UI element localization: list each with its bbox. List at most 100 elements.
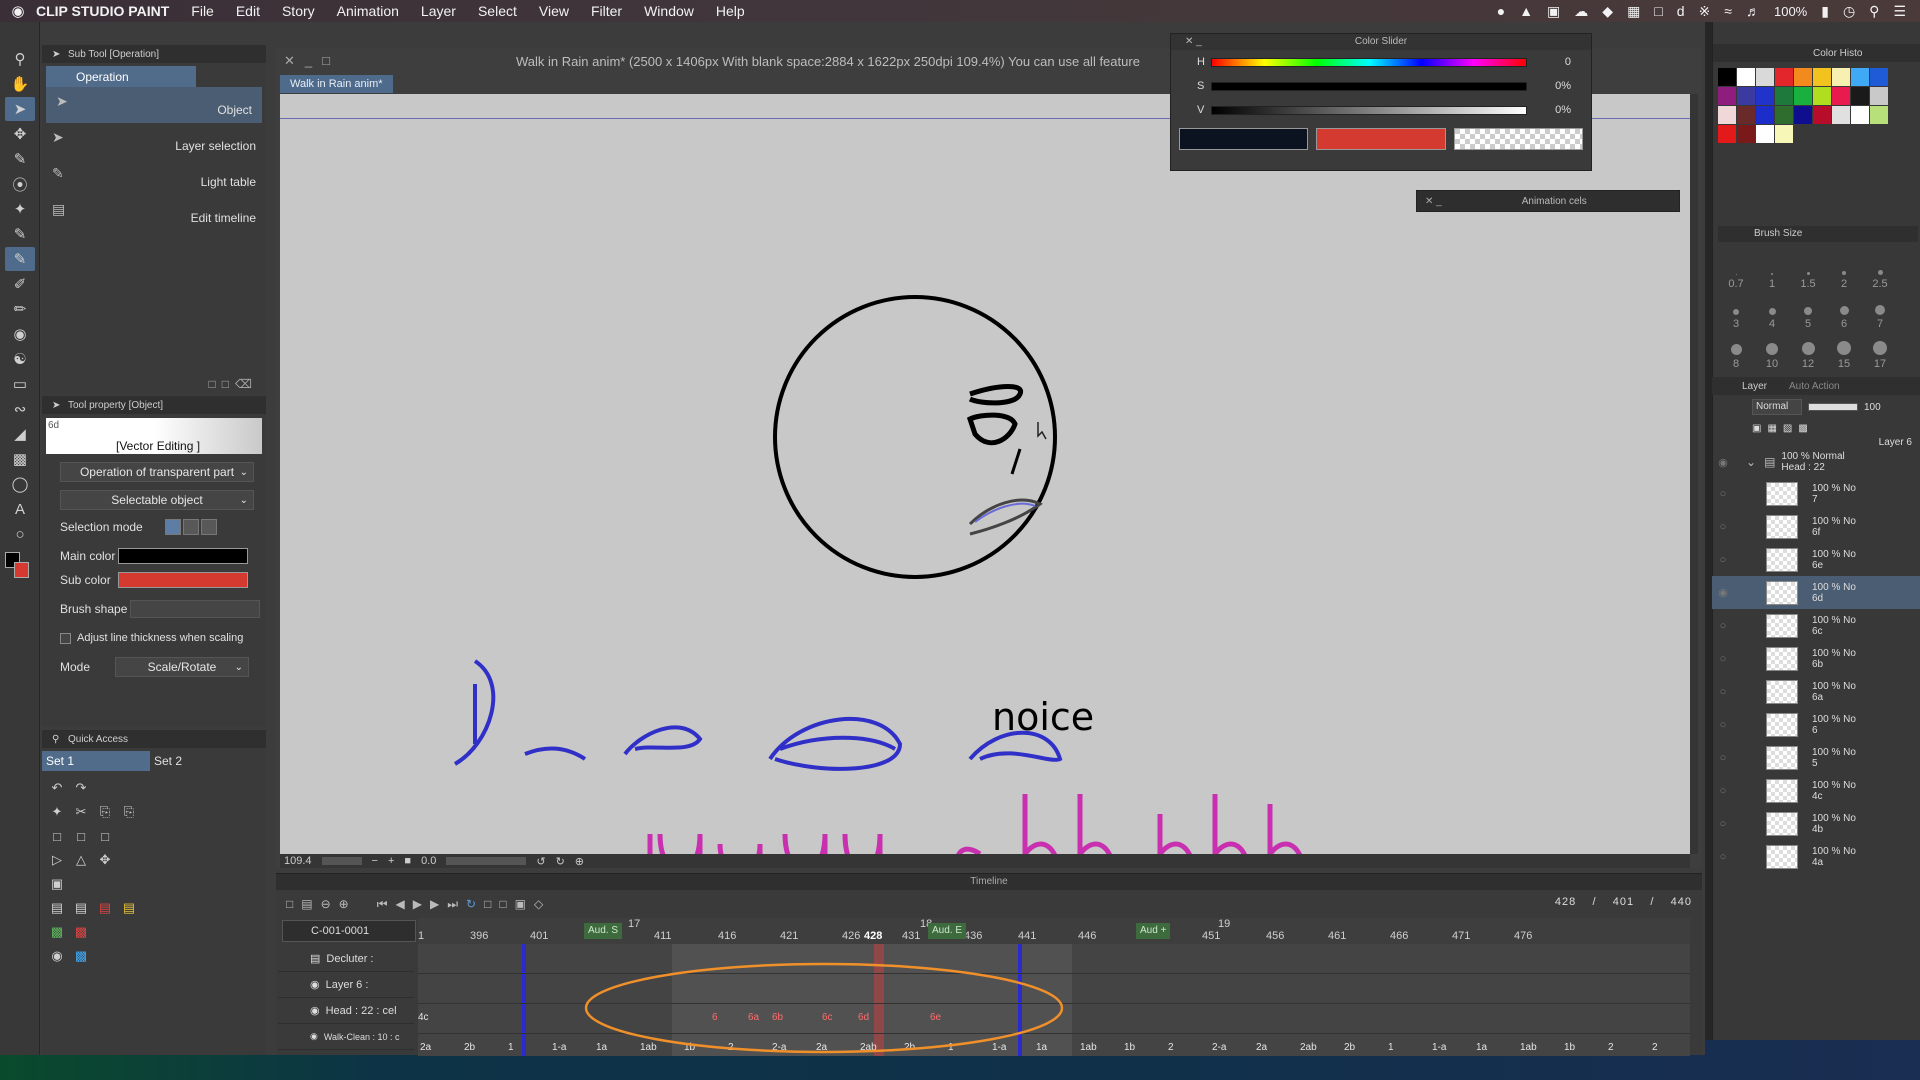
color-history-swatch[interactable] (1737, 68, 1755, 86)
opacity-slider[interactable] (1808, 403, 1858, 411)
pencil-tool-icon[interactable]: ✏ (5, 297, 35, 321)
subtool-light-table[interactable]: ✎ Light table (42, 159, 266, 195)
color-history-swatch[interactable] (1870, 87, 1888, 105)
menu-file[interactable]: File (191, 3, 214, 19)
layer-row[interactable]: ○ 100 % No 6e (1712, 543, 1920, 576)
color-history-swatch[interactable] (1870, 68, 1888, 86)
first-frame-icon[interactable]: ⏮ (377, 897, 388, 912)
ruler-tool-icon[interactable]: ✎ (5, 147, 35, 171)
brush-size-option[interactable]: 1 (1754, 256, 1790, 290)
color-history-swatch[interactable] (1794, 68, 1812, 86)
color-history-swatch[interactable] (1813, 87, 1831, 105)
layer-row[interactable]: ○ 100 % No 6 (1712, 708, 1920, 741)
color-history-swatch[interactable] (1737, 87, 1755, 105)
value-slider[interactable] (1211, 105, 1527, 115)
delete-cel-icon[interactable]: ▩ (72, 923, 90, 941)
prev-frame-icon[interactable]: ◀ (396, 897, 405, 911)
scale-icon[interactable]: □ (72, 827, 90, 845)
menu-select[interactable]: Select (478, 3, 517, 19)
new-cel-icon[interactable]: ▩ (48, 923, 66, 941)
track-walk[interactable]: ◉ Walk-Clean : 10 : c (278, 1024, 414, 1050)
onion-skin-icon[interactable]: ◉ (48, 947, 66, 965)
brush-size-option[interactable]: 3 (1718, 296, 1754, 330)
hand-tool-icon[interactable]: ✋ (5, 72, 35, 96)
eye-icon[interactable]: ○ (1712, 752, 1734, 764)
edit-timeline-icon[interactable]: ▤ (301, 897, 312, 911)
tab-set-2[interactable]: Set 2 (150, 751, 258, 771)
tab-operation[interactable]: Operation (46, 66, 196, 87)
zoom-out-icon[interactable]: − (372, 855, 378, 867)
color-history-swatch[interactable] (1737, 125, 1755, 143)
brush-size-option[interactable]: 8 (1718, 336, 1754, 370)
rotate-left-icon[interactable]: ↺ (536, 855, 545, 868)
brush-size-option[interactable]: 1.5 (1790, 256, 1826, 290)
sub-color-chip[interactable] (14, 562, 29, 578)
color-history-swatch[interactable] (1718, 125, 1736, 143)
cut-icon[interactable]: ✂ (72, 803, 90, 821)
eye-icon[interactable]: ○ (1712, 521, 1734, 533)
cloud-icon[interactable]: ☁ (1574, 3, 1588, 20)
move-tool-icon[interactable]: ✥ (5, 122, 35, 146)
close-icon[interactable]: ✕ _ (1425, 196, 1442, 207)
cut-dropdown[interactable]: C-001-0001 (282, 920, 416, 942)
eye-icon[interactable]: ◉ (310, 1031, 318, 1042)
layer-row[interactable]: ○ 100 % No 4a (1712, 840, 1920, 873)
color-history-swatch[interactable] (1832, 106, 1850, 124)
layer-row[interactable]: ○ 100 % No 4b (1712, 807, 1920, 840)
menu-filter[interactable]: Filter (591, 3, 622, 19)
main-color-swatch[interactable] (118, 548, 248, 564)
correct-line-icon[interactable]: ∾ (5, 397, 35, 421)
eye-icon[interactable]: ○ (1712, 686, 1734, 698)
volume-icon[interactable]: ♬ (1746, 3, 1760, 19)
menu-window[interactable]: Window (644, 3, 694, 19)
brush-size-option[interactable]: 2.5 (1862, 256, 1898, 290)
lasso-tool-icon[interactable]: ⦿ (5, 172, 35, 196)
layer-lock-icon[interactable]: ▣ (1752, 423, 1761, 434)
creative-cloud-icon[interactable]: ● (1497, 3, 1505, 19)
clock-icon[interactable]: ◷ (1843, 3, 1855, 20)
color-history-swatch[interactable] (1794, 87, 1812, 105)
control-center-icon[interactable]: ☰ (1893, 3, 1906, 20)
dash-icon[interactable]: d (1677, 3, 1685, 19)
layer-title[interactable]: Layer (1742, 381, 1767, 392)
sub-color-swatch[interactable] (118, 572, 248, 588)
color-history-swatch[interactable] (1775, 68, 1793, 86)
rotate-right-icon[interactable]: ↻ (556, 855, 565, 868)
figure-tool-icon[interactable]: ◯ (5, 472, 35, 496)
layer-mask-icon[interactable]: ▩ (1798, 423, 1807, 434)
brush-size-option[interactable]: 4 (1754, 296, 1790, 330)
layer-ref-icon[interactable]: ▨ (1783, 423, 1792, 434)
last-frame-icon[interactable]: ⏭ (447, 897, 458, 912)
zoom-value[interactable]: 109.4 (284, 855, 312, 867)
blend-tool-icon[interactable]: ☯ (5, 347, 35, 371)
saturation-value[interactable]: 0% (1545, 80, 1571, 92)
eye-icon[interactable]: ◉ (310, 1004, 320, 1017)
redo-icon[interactable]: ↷ (72, 779, 90, 797)
zoom-in-icon[interactable]: + (388, 855, 394, 867)
auto-action-title[interactable]: Auto Action (1789, 381, 1840, 392)
selection-mode-subtract-button[interactable] (200, 519, 217, 535)
layer-folder-head[interactable]: ◉ ⌄ ▤ 100 % Normal Head : 22 (1712, 447, 1920, 477)
top-layer-name[interactable]: Layer 6 (1712, 437, 1920, 448)
color-history-swatch[interactable] (1813, 68, 1831, 86)
layer-row[interactable]: ◉ 100 % No 6d (1712, 576, 1920, 609)
color-history-swatch[interactable] (1851, 106, 1869, 124)
apple-menu-icon[interactable]: ◉ (0, 2, 36, 20)
eye-icon[interactable]: ◉ (310, 978, 320, 991)
tab-document[interactable]: Walk in Rain anim* (280, 75, 393, 93)
color-history-swatch[interactable] (1775, 87, 1793, 105)
start-frame[interactable]: 401 (1613, 896, 1634, 908)
blend-mode-dropdown[interactable]: Normal (1752, 399, 1802, 415)
color-history-swatch[interactable] (1756, 87, 1774, 105)
color-history-swatch[interactable] (1737, 106, 1755, 124)
layer-row[interactable]: ○ 100 % No 6c (1712, 609, 1920, 642)
color-history-swatch[interactable] (1718, 68, 1736, 86)
magic-wand-icon[interactable]: ✦ (5, 197, 35, 221)
eye-icon[interactable]: ○ (1712, 785, 1734, 797)
subtool-edit-timeline[interactable]: ▤ Edit timeline (42, 195, 266, 231)
selectable-object-dropdown[interactable]: Selectable object ⌄ (60, 490, 254, 510)
flip-horizontal-icon[interactable]: ▷ (48, 851, 66, 869)
track-decluter[interactable]: ▤ Decluter : (278, 946, 414, 972)
selection-mode-new-button[interactable] (164, 519, 181, 535)
free-transform-icon[interactable]: □ (96, 827, 114, 845)
